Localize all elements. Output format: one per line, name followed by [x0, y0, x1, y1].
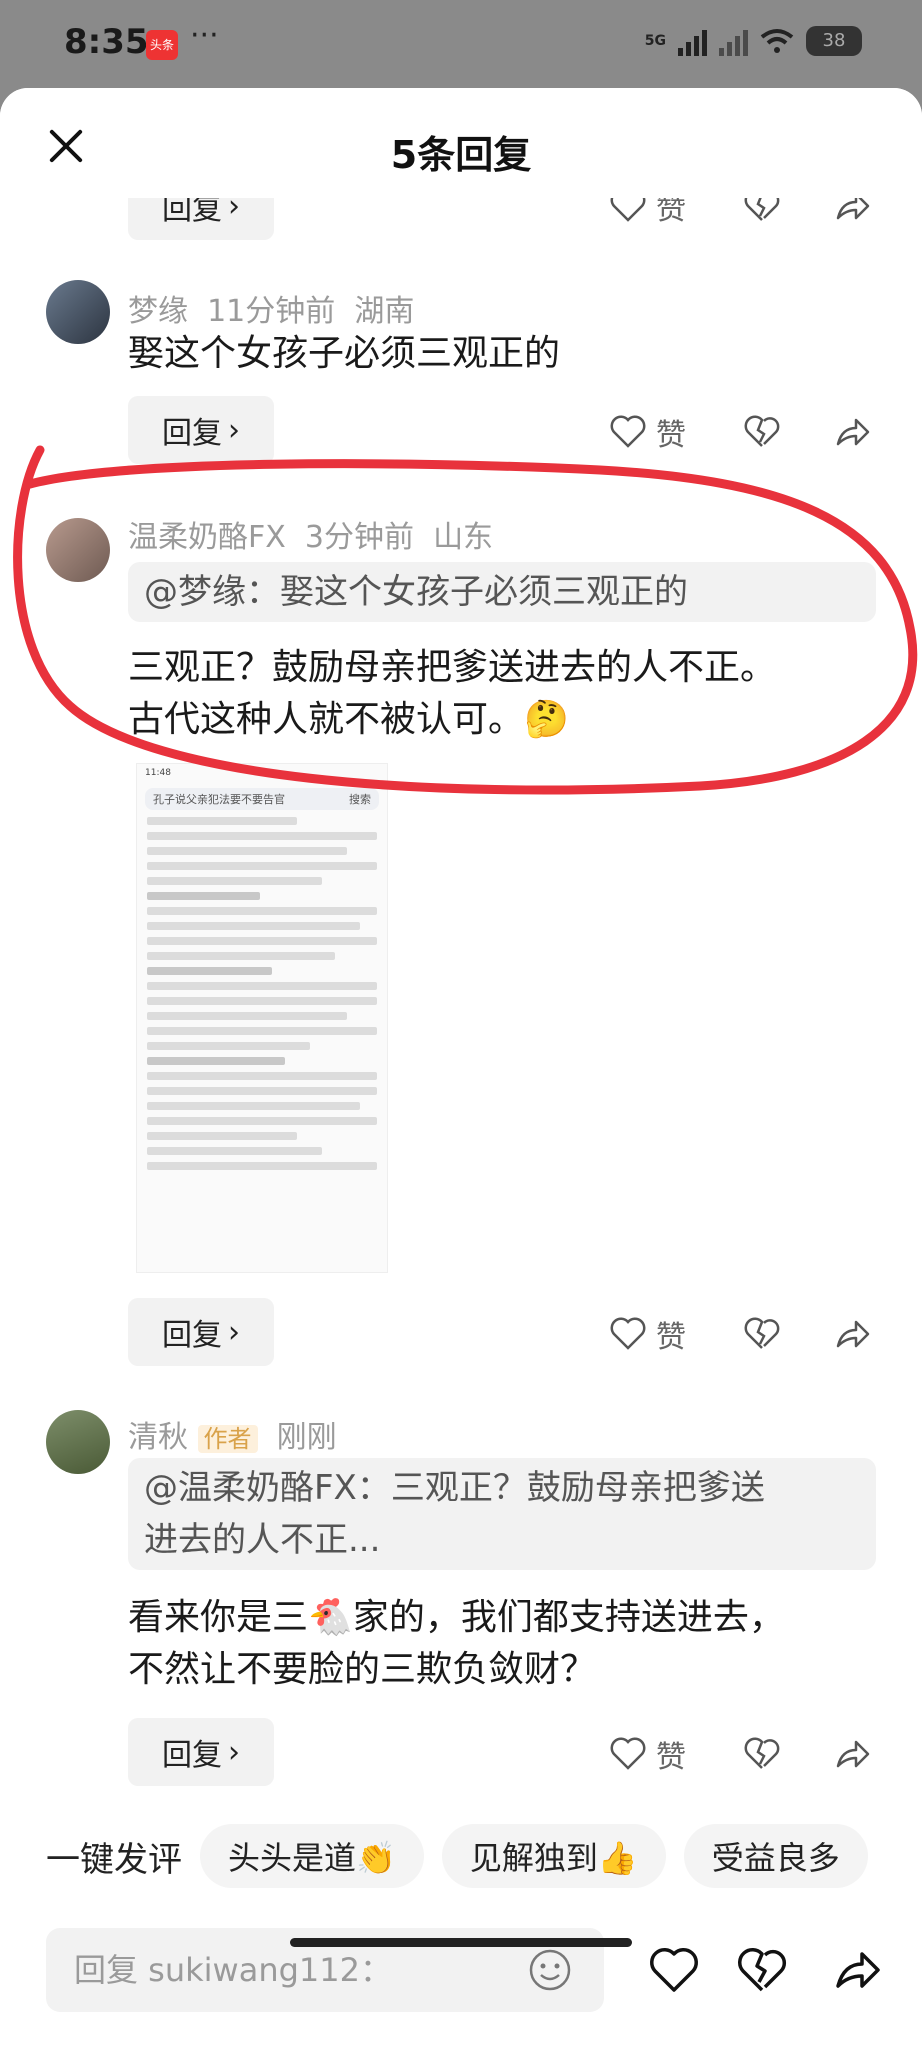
comment-text-line: 不然让不要脸的三欺负敛财？ [128, 1649, 597, 1690]
wifi-icon [760, 29, 794, 53]
composer-bar: 回复 sukiwang112： [0, 1898, 922, 2048]
comment-text: 娶这个女孩子必须三观正的 [128, 333, 561, 374]
app-badge-icon: 头条 [146, 30, 178, 60]
like-button[interactable]: 赞 [608, 410, 686, 454]
image-search-button: 搜索 [349, 793, 371, 806]
status-time: 8:35 [64, 22, 149, 62]
share-icon[interactable] [832, 1734, 872, 1774]
quick-comment-label: 一键发评 [46, 1839, 182, 1880]
comment-time: 11分钟前 [207, 294, 336, 329]
chevron-right-icon: › [228, 412, 240, 448]
comment-text: 看来你是三🐔家的，我们都支持送进去， 不然让不要脸的三欺负敛财？ [128, 1592, 785, 1696]
chevron-right-icon: › [228, 1734, 240, 1770]
share-icon[interactable] [832, 1314, 872, 1354]
quote-text: 进去的人不正... [144, 1520, 381, 1560]
comment-text-line: 古代这种人就不被认可。🤔 [128, 694, 776, 746]
share-icon[interactable] [832, 412, 872, 452]
comment-time: 刚刚 [276, 1420, 337, 1455]
comment-location: 山东 [433, 520, 494, 555]
like-icon[interactable] [648, 1944, 700, 1996]
network-label: 5G [644, 33, 666, 49]
comment-text-fragment: 看来你是三 [128, 1597, 309, 1638]
comment-time: 3分钟前 [304, 520, 414, 555]
reply-label: 回复 [162, 416, 222, 451]
comment-image[interactable]: 11:48 孔子说父亲犯法要不要告官 搜索 [136, 763, 388, 1273]
thinking-emoji-icon: 🤔 [524, 699, 569, 740]
quick-chip[interactable]: 见解独到👍 [441, 1824, 666, 1888]
username[interactable]: 清秋 [128, 1420, 188, 1455]
avatar[interactable] [46, 1410, 110, 1474]
reply-label: 回复 [162, 1738, 222, 1773]
heart-icon [610, 415, 646, 448]
quoted-comment[interactable]: @温柔奶酪FX：三观正？鼓励母亲把爹送 进去的人不正... [128, 1458, 876, 1570]
quick-chip[interactable]: 受益良多 [683, 1824, 868, 1888]
like-button[interactable]: 赞 [608, 1312, 686, 1356]
comment-text-fragment: 古代这种人就不被认可。 [128, 699, 525, 740]
avatar[interactable] [46, 280, 110, 344]
image-search-text: 孔子说父亲犯法要不要告官 [153, 793, 285, 806]
quoted-comment[interactable]: @梦缘：娶这个女孩子必须三观正的 [128, 562, 876, 622]
comment-actions: 赞 [608, 410, 872, 454]
comment-location: 湖南 [354, 294, 415, 329]
username[interactable]: 温柔奶酪FX [128, 520, 286, 555]
heart-icon [610, 1737, 646, 1770]
comment-meta: 清秋 作者 刚刚 [128, 1412, 337, 1456]
avatar[interactable] [46, 518, 110, 582]
emoji-icon[interactable] [528, 1948, 572, 1992]
comment-text-fragment: 家的，我们都支持送进去， [352, 1597, 785, 1638]
page-title: 5条回复 [390, 133, 532, 177]
comment-text-line: 看来你是三🐔家的，我们都支持送进去， [128, 1592, 785, 1644]
heart-icon [610, 1317, 646, 1350]
comment-actions: 赞 [608, 1312, 872, 1356]
comment-text-line: 三观正？鼓励母亲把爹送进去的人不正。 [128, 647, 777, 688]
reply-button[interactable]: 回复 › [128, 396, 274, 464]
username[interactable]: 梦缘 [128, 294, 188, 329]
dislike-icon[interactable] [742, 412, 782, 452]
system-icons: 5G 38 [645, 26, 862, 56]
battery-icon: 38 [806, 26, 862, 56]
quote-text: 娶这个女孩子必须三观正的 [280, 572, 688, 612]
quick-comment-bar: 一键发评 头头是道👏 见解独到👍 受益良多 [0, 1816, 922, 1896]
quote-user: @梦缘： [144, 572, 280, 612]
signal2-icon [719, 26, 748, 56]
author-badge: 作者 [197, 1425, 258, 1453]
image-time: 11:48 [145, 768, 171, 778]
share-icon[interactable] [832, 1944, 884, 1996]
dislike-icon[interactable] [736, 1944, 788, 1996]
home-indicator[interactable] [290, 1938, 632, 1947]
like-label: 赞 [656, 418, 686, 453]
dislike-icon[interactable] [742, 1734, 782, 1774]
dislike-icon[interactable] [742, 1314, 782, 1354]
sheet-header: 5条回复 [0, 88, 922, 198]
status-bar: 8:35 头条 ··· 5G 38 [0, 0, 922, 88]
signal-icon [678, 26, 707, 56]
reply-button[interactable]: 回复 › [128, 1718, 274, 1786]
replies-sheet: 回复 › 赞 梦缘 11分钟前 湖南 娶这个女孩子必须三观正的 回复 › 赞 温… [0, 88, 922, 2048]
reply-button[interactable]: 回复 › [128, 1298, 274, 1366]
like-button[interactable]: 赞 [608, 1732, 686, 1776]
chicken-emoji-icon: 🐔 [308, 1597, 353, 1638]
comment-text: 三观正？鼓励母亲把爹送进去的人不正。 古代这种人就不被认可。🤔 [128, 642, 776, 746]
like-label: 赞 [656, 1320, 686, 1355]
comment-actions: 赞 [608, 1732, 872, 1776]
quote-text: @温柔奶酪FX：三观正？鼓励母亲把爹送 [144, 1468, 765, 1508]
comment-meta: 温柔奶酪FX 3分钟前 山东 [128, 512, 493, 556]
comment-meta: 梦缘 11分钟前 湖南 [128, 286, 414, 330]
image-search-bar: 孔子说父亲犯法要不要告官 搜索 [145, 788, 379, 810]
chevron-right-icon: › [228, 1314, 240, 1350]
like-label: 赞 [656, 1740, 686, 1775]
status-more: ··· [190, 18, 219, 53]
reply-label: 回复 [162, 1318, 222, 1353]
quick-chip[interactable]: 头头是道👏 [200, 1824, 424, 1888]
